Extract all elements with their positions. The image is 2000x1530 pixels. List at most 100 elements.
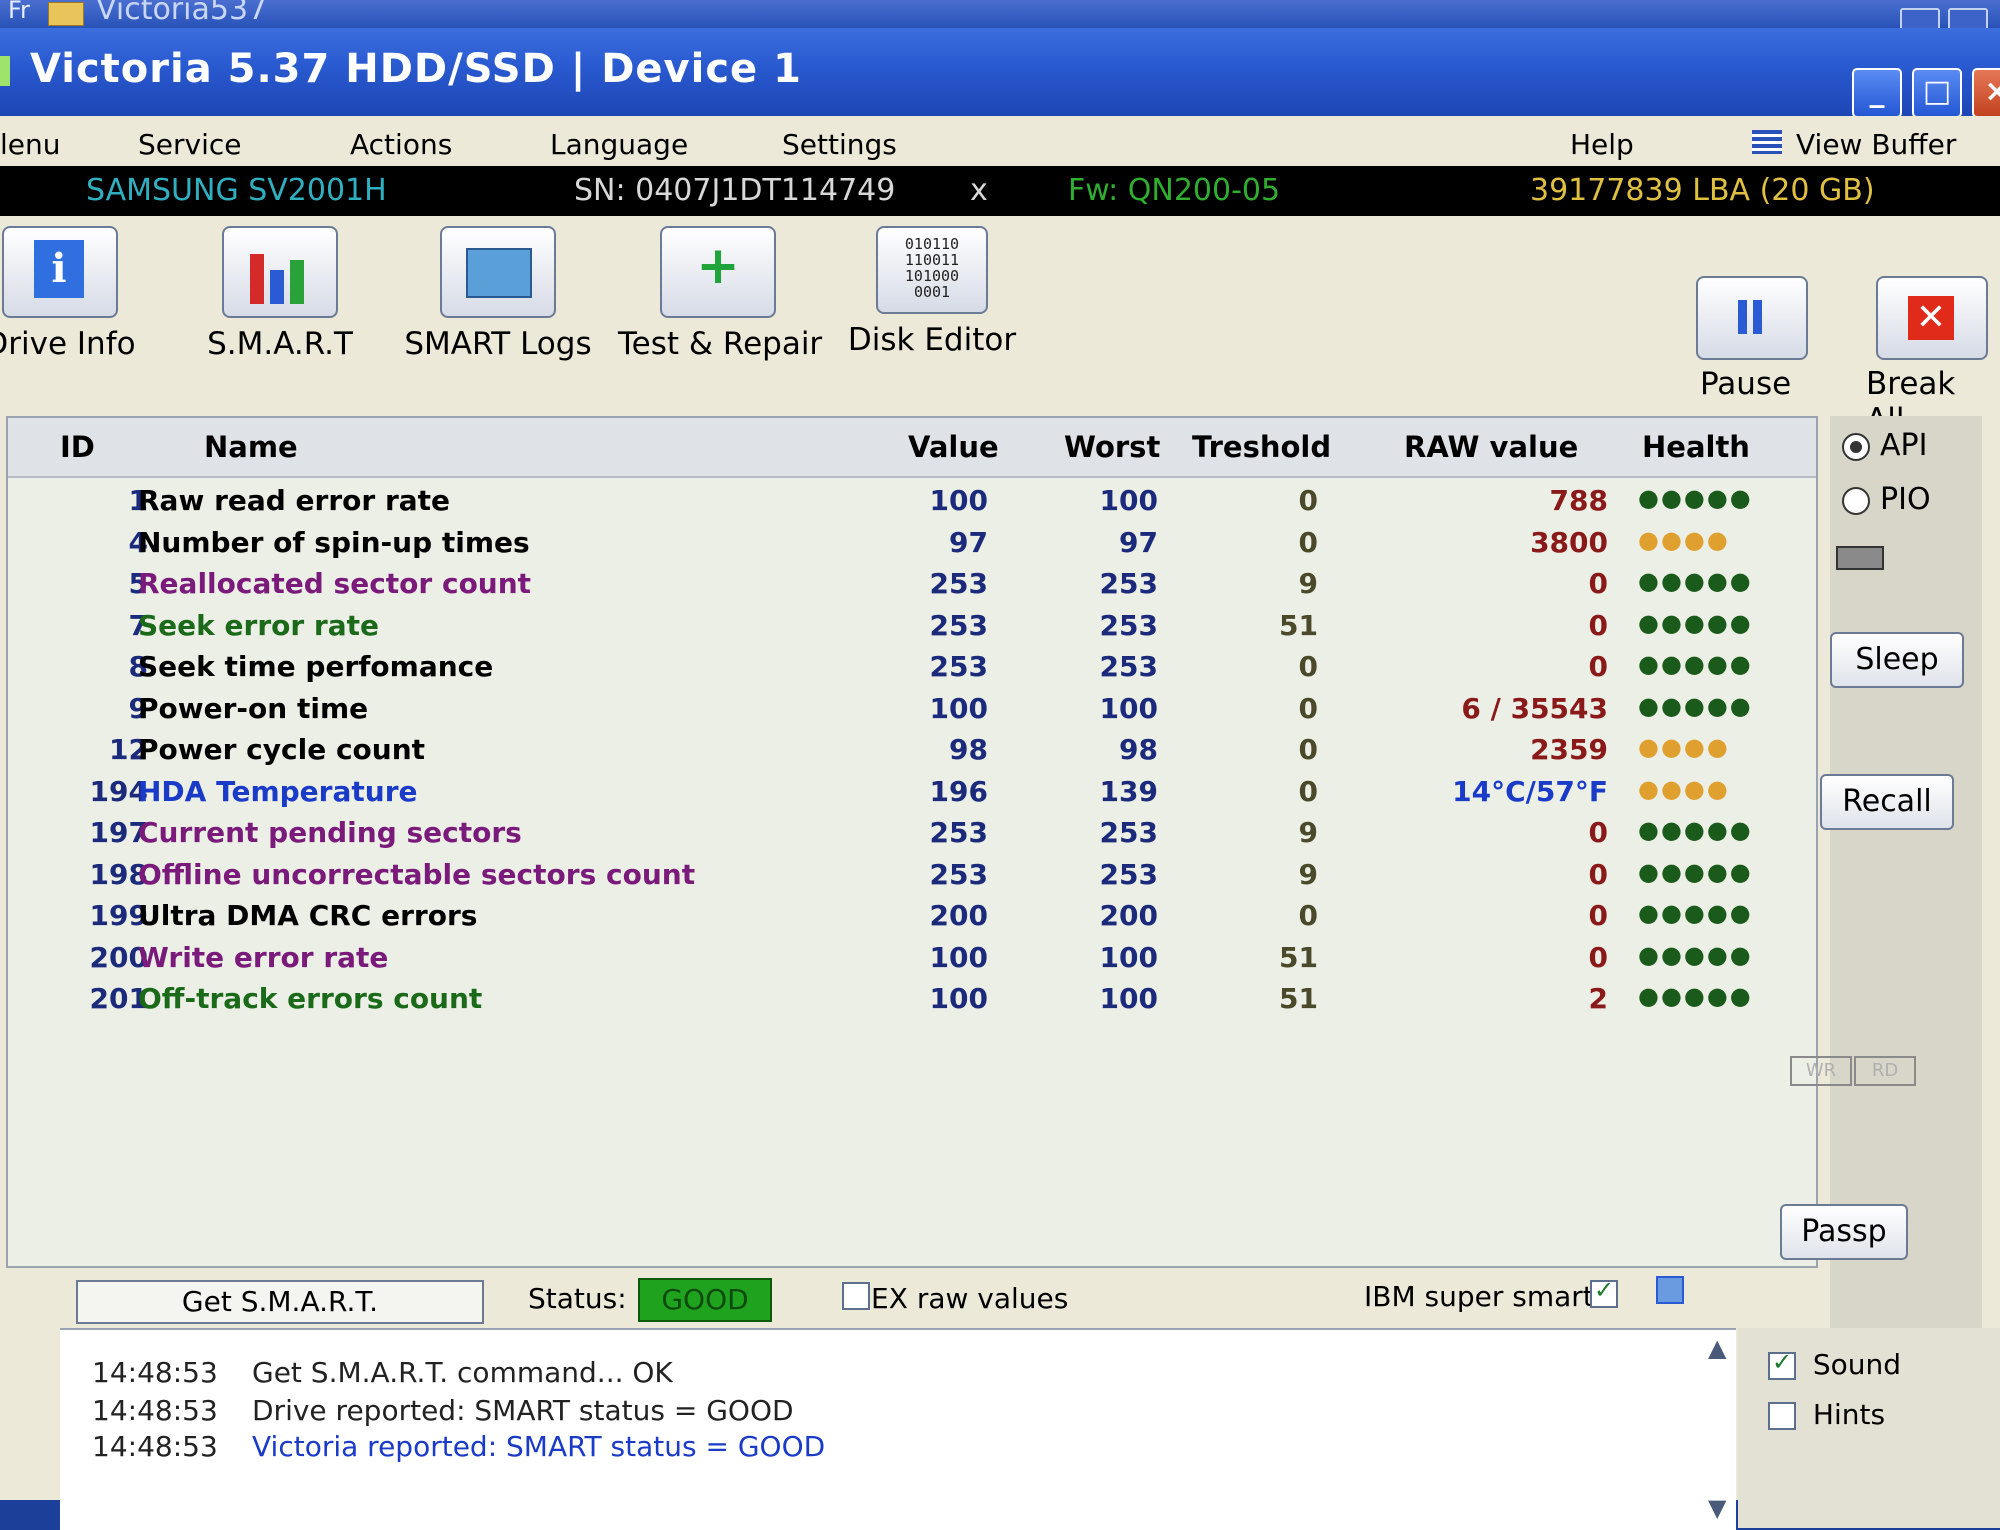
cell-worst: 139 [1099, 774, 1158, 808]
col-name[interactable]: Name [204, 430, 298, 464]
hex-raw-checkbox[interactable]: HEX raw values [842, 1282, 1068, 1315]
smart-logs-label: SMART Logs [404, 326, 592, 362]
cell-health: ●●●●● [1638, 816, 1753, 844]
cell-name: Current pending sectors [138, 816, 522, 849]
cell-threshold: 9 [1298, 816, 1318, 849]
recall-button[interactable]: Recall [1820, 774, 1954, 830]
table-row[interactable]: 8 Seek time perfomance 253 253 0 0 ●●●●● [8, 650, 1768, 690]
cell-health: ●●●●● [1638, 940, 1753, 969]
smart-logs-button[interactable]: SMART Logs [398, 226, 598, 376]
disk-editor-button[interactable]: 010110 110011 101000 0001 Disk Editor [832, 226, 1032, 376]
menu-item-service[interactable]: Service [138, 128, 241, 161]
scroll-down-icon[interactable]: ▼ [1708, 1494, 1726, 1522]
drive-info-button[interactable]: Drive Info [0, 226, 160, 376]
close-button[interactable]: × [1972, 68, 2000, 118]
sound-checkbox[interactable]: Sound [1768, 1348, 1901, 1381]
col-raw-value[interactable]: RAW value [1404, 430, 1578, 464]
col-worst[interactable]: Worst [1064, 430, 1160, 464]
passp-button[interactable]: Passp [1780, 1204, 1908, 1260]
cell-worst: 97 [1119, 525, 1158, 559]
maximize-button[interactable]: □ [1912, 68, 1962, 118]
cell-value: 100 [929, 691, 988, 725]
pause-label: Pause [1700, 366, 1792, 402]
col-value[interactable]: Value [908, 430, 999, 464]
cell-raw-value: 0 [1588, 608, 1608, 642]
table-row[interactable]: 4 Number of spin-up times 97 97 0 3800 ●●●● [8, 526, 1768, 566]
menu-item-language[interactable]: Language [550, 128, 688, 161]
cell-value: 253 [929, 650, 988, 683]
drive-indicator [1836, 546, 1884, 570]
cell-id: 8 [128, 650, 148, 683]
menu-bar: lenu Service Actions Language Settings H… [0, 116, 2000, 194]
menu-item-actions[interactable]: Actions [350, 128, 452, 161]
table-row[interactable]: 200 Write error rate 100 100 51 0 ●●●●● [8, 941, 1768, 981]
cell-name: HDA Temperature [138, 774, 418, 808]
cell-name: Seek time perfomance [138, 650, 494, 683]
col-threshold[interactable]: Treshold [1192, 430, 1331, 464]
binary-editor-icon: 010110 110011 101000 0001 [876, 226, 988, 314]
table-row[interactable]: 5 Reallocated sector count 253 253 9 0 ●●●●● [8, 567, 1768, 607]
window-title: Victoria 5.37 HDD/SSD | Device 1 [30, 46, 802, 92]
cell-worst: 100 [1099, 940, 1158, 974]
table-row[interactable]: 7 Seek error rate 253 253 51 0 ●●●●● [8, 609, 1768, 649]
cell-health: ●●●●● [1638, 567, 1753, 595]
cell-id: 4 [128, 525, 148, 559]
cell-health: ●●●●● [1638, 982, 1753, 1010]
cell-id: 194 [89, 774, 148, 808]
table-row[interactable]: 199 Ultra DMA CRC errors 200 200 0 0 ●●●●● [8, 899, 1768, 939]
menu-item-settings[interactable]: Settings [782, 128, 897, 161]
api-radio[interactable]: API [1842, 428, 1927, 463]
device-close-mark[interactable]: x [970, 166, 988, 216]
col-health[interactable]: Health [1642, 430, 1750, 464]
cell-threshold: 0 [1298, 774, 1318, 808]
hex-raw-label: HEX raw values [850, 1282, 1069, 1315]
cell-raw-value: 3800 [1530, 525, 1608, 559]
cell-name: Raw read error rate [138, 484, 451, 517]
cell-value: 253 [929, 816, 988, 849]
menu-item-menu[interactable]: lenu [0, 128, 61, 161]
cell-worst: 253 [1099, 608, 1158, 642]
cell-raw-value: 788 [1549, 484, 1608, 517]
table-row[interactable]: 201 Off-track errors count 100 100 51 2 ●●●●● [8, 982, 1768, 1022]
cell-raw-value: 0 [1588, 857, 1608, 891]
cell-id: 5 [128, 567, 148, 600]
folder-logs-icon [440, 226, 556, 318]
pio-radio[interactable]: PIO [1842, 482, 1931, 517]
smart-button[interactable]: S.M.A.R.T [180, 226, 380, 376]
table-row[interactable]: 194 HDA Temperature 196 139 0 14°C/57°F ●●●● [8, 775, 1768, 815]
table-row[interactable]: 1 Raw read error rate 100 100 0 788 ●●●●● [8, 484, 1768, 524]
table-row[interactable]: 198 Offline uncorrectable sectors count 25… [8, 858, 1768, 898]
cell-value: 253 [929, 608, 988, 642]
get-smart-button[interactable]: Get S.M.A.R.T. [76, 1280, 484, 1324]
cell-value: 100 [929, 982, 988, 1015]
cell-id: 9 [128, 691, 148, 725]
minimize-button[interactable]: _ [1852, 68, 1902, 118]
checkbox-checked-icon [1768, 1348, 1796, 1380]
table-row[interactable]: 197 Current pending sectors 253 253 9 0 ●●●●● [8, 816, 1768, 856]
cell-raw-value: 0 [1588, 650, 1608, 683]
hints-checkbox[interactable]: Hints [1768, 1398, 1885, 1431]
scroll-up-icon[interactable]: ▲ [1708, 1334, 1726, 1362]
sleep-button[interactable]: Sleep [1830, 632, 1964, 688]
cell-name: Number of spin-up times [138, 525, 530, 559]
smart-bars-icon [222, 226, 338, 318]
cell-health: ●●●●● [1638, 484, 1753, 512]
cell-value: 253 [929, 857, 988, 891]
table-row[interactable]: 9 Power-on time 100 100 0 6 / 35543 ●●●●● [8, 692, 1768, 732]
device-lba: 39177839 LBA (20 GB) [1530, 173, 1875, 208]
window-titlebar[interactable]: Victoria 5.37 HDD/SSD | Device 1 _ □ × [0, 28, 2000, 118]
log-text: Get S.M.A.R.T. command... OK [252, 1356, 673, 1389]
menu-item-help[interactable]: Help [1570, 128, 1634, 161]
log-line: 14:48:53 Victoria reported: SMART status … [92, 1430, 825, 1463]
table-row[interactable]: 12 Power cycle count 98 98 0 2359 ●●●● [8, 733, 1768, 773]
pause-button[interactable] [1696, 276, 1808, 360]
cell-threshold: 51 [1279, 982, 1318, 1015]
break-all-button[interactable]: ✕ [1876, 276, 1988, 360]
col-id[interactable]: ID [60, 430, 95, 464]
smart-table: ID Name Value Worst Treshold RAW value H… [6, 416, 1818, 1268]
cell-raw-value: 0 [1588, 899, 1608, 932]
status-label: Status: [528, 1282, 627, 1315]
option-square[interactable] [1656, 1276, 1684, 1304]
cell-health: ●●●● [1638, 774, 1730, 803]
test-repair-button[interactable]: Test & Repair [618, 226, 822, 376]
